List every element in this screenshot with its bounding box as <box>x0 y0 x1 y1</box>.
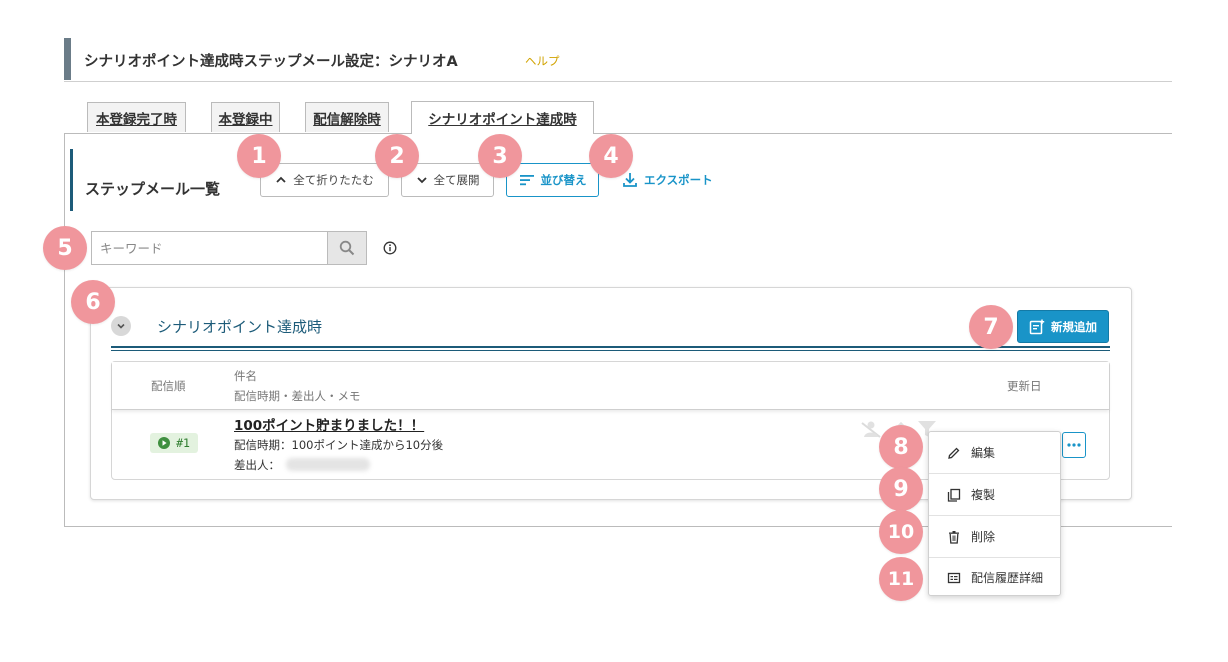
menu-item-label: 削除 <box>971 530 996 544</box>
history-icon <box>947 572 961 583</box>
copy-icon <box>947 488 961 502</box>
play-icon <box>158 437 171 449</box>
page-title: シナリオポイント達成時ステップメール設定：シナリオA <box>84 54 458 70</box>
menu-item-label: 複製 <box>971 488 996 502</box>
group-divider <box>111 350 1110 351</box>
column-header-updated: 更新日 <box>1007 379 1042 393</box>
annotation-marker-2: 2 <box>375 134 419 178</box>
row-action-menu: 編集 複製 削除 配信履歴詳細 <box>928 431 1061 596</box>
annotation-marker-9: 9 <box>879 467 923 511</box>
menu-item-duplicate[interactable]: 複製 <box>929 474 1060 515</box>
pencil-icon <box>948 447 960 459</box>
export-label: エクスポート <box>644 173 713 187</box>
mail-subject-link[interactable]: 100ポイント貯まりました！！ <box>234 414 424 434</box>
help-link[interactable]: ヘルプ <box>525 53 560 69</box>
annotation-marker-6: 6 <box>71 280 115 324</box>
menu-item-label: 配信履歴詳細 <box>971 571 1044 585</box>
column-header-order: 配信順 <box>151 379 186 393</box>
download-icon <box>623 173 637 187</box>
chevron-up-icon <box>276 176 286 183</box>
chevron-down-icon <box>117 323 125 329</box>
group-title: シナリオポイント達成時 <box>157 318 323 336</box>
annotation-marker-4: 4 <box>589 134 633 178</box>
more-horizontal-icon <box>1067 443 1081 447</box>
page-header: シナリオポイント達成時ステップメール設定：シナリオA ヘルプ <box>64 38 1172 82</box>
header-accent-bar <box>64 38 71 80</box>
mail-timing: 配信時期：100ポイント達成から10分後 <box>234 438 444 452</box>
add-new-label: 新規追加 <box>1051 319 1097 334</box>
order-number: #1 <box>176 436 190 450</box>
search-input[interactable] <box>91 231 328 265</box>
sort-button[interactable]: 並び替え <box>506 163 599 197</box>
mail-sender-label: 差出人： <box>234 458 280 472</box>
sort-label: 並び替え <box>540 173 587 187</box>
expand-all-label: 全て展開 <box>433 173 480 187</box>
annotation-marker-5: 5 <box>43 226 87 270</box>
collapse-all-button[interactable]: 全て折りたたむ <box>260 163 389 197</box>
search-icon <box>339 240 355 256</box>
annotation-marker-10: 10 <box>879 510 923 554</box>
annotation-marker-7: 7 <box>969 305 1013 349</box>
search-button[interactable] <box>327 231 367 265</box>
add-new-button[interactable]: 新規追加 <box>1017 310 1109 343</box>
order-badge: #1 <box>150 433 198 453</box>
annotation-marker-8: 8 <box>879 425 923 469</box>
column-header-subject: 件名 <box>234 369 257 383</box>
column-header-subject-sub: 配信時期・差出人・メモ <box>234 389 361 403</box>
group-collapse-toggle[interactable] <box>111 316 131 336</box>
group-divider <box>111 346 1110 348</box>
section-accent-bar <box>70 149 73 211</box>
table-header: 配信順 件名 配信時期・差出人・メモ 更新日 <box>112 362 1109 410</box>
annotation-marker-3: 3 <box>478 134 522 178</box>
annotation-marker-11: 11 <box>879 557 923 601</box>
annotation-marker-1: 1 <box>237 134 281 178</box>
add-document-icon <box>1029 319 1045 334</box>
info-icon[interactable] <box>383 241 397 255</box>
menu-item-delivery-history[interactable]: 配信履歴詳細 <box>929 557 1060 598</box>
section-title: ステップメール一覧 <box>85 180 221 198</box>
menu-item-edit[interactable]: 編集 <box>929 432 1060 473</box>
export-button[interactable]: エクスポート <box>622 170 713 190</box>
menu-item-delete[interactable]: 削除 <box>929 516 1060 557</box>
tab-registering[interactable]: 本登録中 <box>211 102 280 132</box>
sender-redacted <box>286 458 370 471</box>
tab-registration-complete[interactable]: 本登録完了時 <box>87 102 186 132</box>
sort-icon <box>519 175 534 186</box>
tab-scenario-point[interactable]: シナリオポイント達成時 <box>411 101 594 134</box>
row-more-button[interactable] <box>1062 432 1086 458</box>
trash-icon <box>949 530 959 544</box>
tab-unsubscribe[interactable]: 配信解除時 <box>305 102 389 132</box>
menu-item-label: 編集 <box>971 446 996 460</box>
collapse-all-label: 全て折りたたむ <box>293 173 374 187</box>
chevron-down-icon <box>416 177 427 184</box>
